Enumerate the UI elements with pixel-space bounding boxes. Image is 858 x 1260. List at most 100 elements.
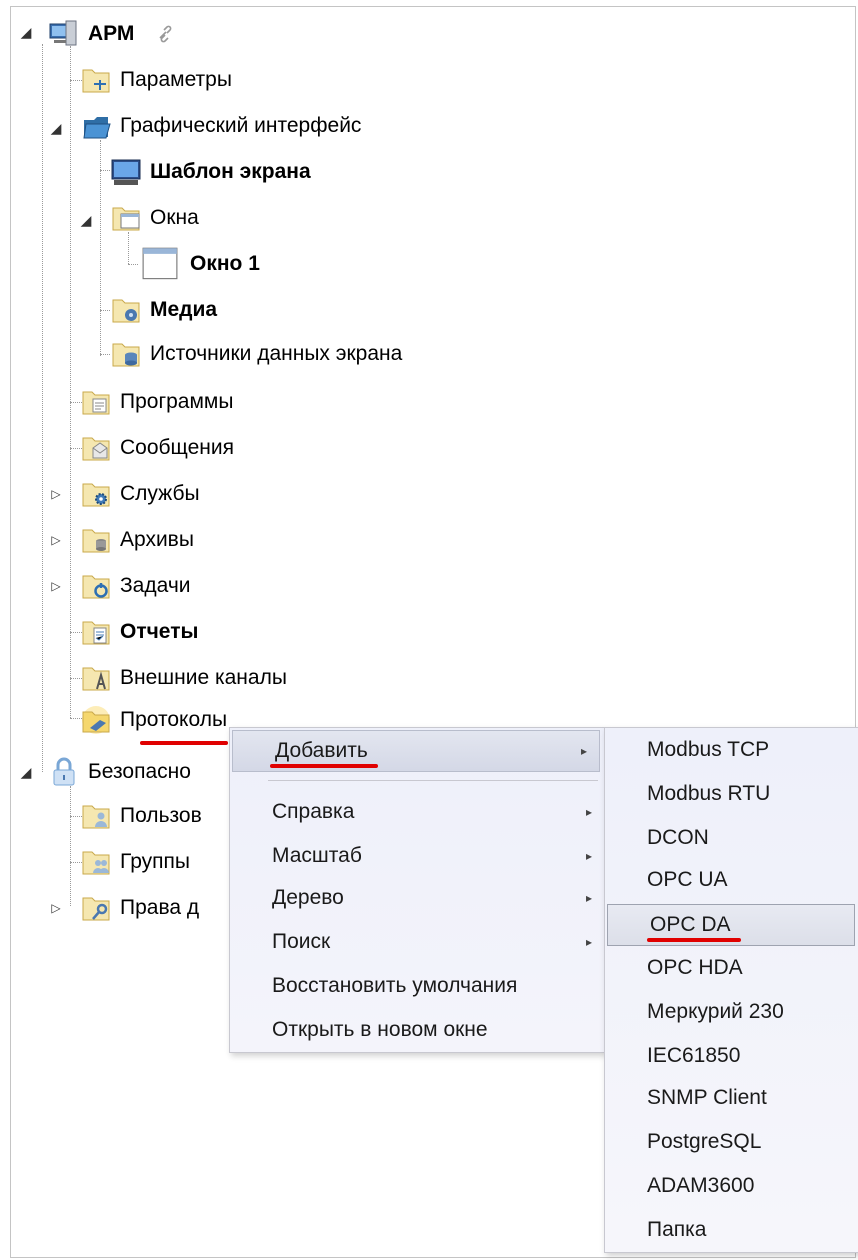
menu-item-label: DCON [647, 826, 709, 849]
tree-node-external-channels[interactable]: Внешние каналы [80, 658, 287, 698]
tree-node-label: Внешние каналы [120, 666, 287, 689]
expand-toggle[interactable]: ▷ [48, 532, 64, 548]
tree-node-archives[interactable]: Архивы [80, 520, 194, 560]
add-submenu: Modbus TCP Modbus RTU DCON OPC UA OPC DA… [604, 727, 858, 1253]
external-channels-folder-icon [82, 667, 110, 691]
submenu-arrow-icon: ▸ [585, 891, 592, 905]
menu-item-label: OPC DA [650, 913, 731, 936]
submenu-arrow-icon: ▸ [585, 849, 592, 863]
submenu-item-opc-hda[interactable]: OPC HDA [605, 948, 858, 988]
menu-item-label: Дерево [272, 886, 344, 909]
annotation-underline [140, 741, 228, 745]
annotation-underline [270, 764, 378, 768]
tree-node-label: Службы [120, 482, 200, 505]
tree-node-security[interactable]: Безопасно [48, 752, 191, 792]
tree-node-reports[interactable]: Отчеты [80, 612, 198, 652]
tree-node-label: Группы [120, 850, 190, 873]
expand-toggle[interactable]: ▷ [48, 486, 64, 502]
menu-item-label: ADAM3600 [647, 1174, 755, 1197]
tree-node-label: Окна [150, 206, 199, 229]
tree-node-windows[interactable]: Окна [110, 198, 199, 238]
window-icon [142, 247, 178, 280]
tree-node-programs[interactable]: Программы [80, 382, 233, 422]
tree-node-parameters[interactable]: Параметры [80, 60, 232, 100]
tree-node-tasks[interactable]: Задачи [80, 566, 191, 606]
menu-item-zoom[interactable]: Масштаб ▸ [230, 836, 604, 876]
submenu-item-mercury-230[interactable]: Меркурий 230 [605, 992, 858, 1032]
tree-node-data-sources[interactable]: Источники данных экрана [110, 334, 402, 374]
annotation-underline [647, 938, 741, 942]
menu-item-label: Добавить [275, 739, 368, 762]
menu-item-label: OPC UA [647, 868, 728, 891]
menu-item-label: PostgreSQL [647, 1130, 762, 1153]
monitor-icon [111, 159, 141, 185]
tree-line [42, 44, 43, 772]
tree-line [100, 310, 110, 311]
tree-line [70, 786, 71, 906]
expand-toggle[interactable]: ◢ [18, 24, 34, 40]
tree-node-label: Окно 1 [190, 252, 260, 275]
expand-toggle[interactable]: ◢ [48, 120, 64, 136]
tree-node-messages[interactable]: Сообщения [80, 428, 234, 468]
archives-folder-icon [82, 529, 110, 553]
submenu-arrow-icon: ▸ [585, 935, 592, 949]
groups-folder-icon [82, 851, 110, 875]
tree-node-label: Безопасно [88, 760, 191, 783]
menu-item-label: Открыть в новом окне [272, 1018, 488, 1041]
expand-toggle[interactable]: ◢ [78, 212, 94, 228]
menu-item-label: Меркурий 230 [647, 1000, 784, 1023]
expand-toggle[interactable]: ▷ [48, 900, 64, 916]
menu-item-open-new-window[interactable]: Открыть в новом окне [230, 1010, 604, 1050]
menu-item-label: Modbus TCP [647, 738, 770, 761]
tree-line [128, 264, 138, 265]
tree-node-users[interactable]: Пользов [80, 796, 202, 836]
tree-node-groups[interactable]: Группы [80, 842, 190, 882]
menu-item-label: OPC HDA [647, 956, 743, 979]
submenu-item-modbus-tcp[interactable]: Modbus TCP [605, 730, 858, 770]
menu-item-help[interactable]: Справка ▸ [230, 792, 604, 832]
menu-item-label: IEC61850 [647, 1044, 741, 1067]
menu-item-label: Папка [647, 1218, 707, 1241]
tree-line [100, 140, 101, 356]
tree-node-graphics[interactable]: Графический интерфейс [80, 106, 361, 146]
submenu-item-postgresql[interactable]: PostgreSQL [605, 1122, 858, 1162]
expand-toggle[interactable]: ▷ [48, 578, 64, 594]
tree-node-label: Графический интерфейс [120, 114, 362, 137]
tree-node-media[interactable]: Медиа [110, 290, 217, 330]
menu-item-tree[interactable]: Дерево ▸ [230, 878, 604, 918]
submenu-item-adam3600[interactable]: ADAM3600 [605, 1166, 858, 1206]
tree-node-label: Пользов [120, 804, 202, 827]
submenu-item-snmp-client[interactable]: SNMP Client [605, 1078, 858, 1118]
submenu-item-modbus-rtu[interactable]: Modbus RTU [605, 774, 858, 814]
menu-item-label: SNMP Client [647, 1086, 767, 1109]
tree-node-rights[interactable]: Права д [80, 888, 199, 928]
submenu-item-opc-ua[interactable]: OPC UA [605, 860, 858, 900]
submenu-arrow-icon: ▸ [580, 744, 587, 758]
menu-item-search[interactable]: Поиск ▸ [230, 922, 604, 962]
submenu-item-dcon[interactable]: DCON [605, 818, 858, 858]
menu-separator [268, 780, 598, 781]
parameters-folder-icon [82, 69, 110, 93]
tree-node-label: Сообщения [120, 436, 234, 459]
menu-item-restore-defaults[interactable]: Восстановить умолчания [230, 966, 604, 1006]
tree-node-label: Медиа [150, 298, 218, 321]
tree-node-services[interactable]: Службы [80, 474, 200, 514]
submenu-item-iec61850[interactable]: IEC61850 [605, 1036, 858, 1076]
tree-node-screen-template[interactable]: Шаблон экрана [110, 152, 311, 192]
tree-node-label: Шаблон экрана [150, 160, 311, 183]
context-menu: Добавить ▸ Справка ▸ Масштаб ▸ Дерево ▸ … [229, 727, 605, 1053]
tree-node-label: АРМ [88, 22, 135, 45]
protocols-folder-icon [82, 706, 110, 734]
expand-toggle[interactable]: ◢ [18, 764, 34, 780]
submenu-item-folder[interactable]: Папка [605, 1210, 858, 1250]
messages-folder-icon [82, 437, 110, 461]
tree-node-window-1[interactable]: Окно 1 [138, 244, 260, 284]
graphics-folder-icon [83, 117, 111, 139]
tree-node-arm[interactable]: АРМ [48, 14, 176, 54]
tree-node-label: Параметры [120, 68, 232, 91]
link-icon [159, 25, 172, 43]
rights-folder-icon [82, 897, 110, 921]
tree-node-label: Программы [120, 390, 234, 413]
data-sources-folder-icon [112, 343, 140, 367]
tree-node-protocols[interactable]: Протоколы [80, 700, 227, 740]
